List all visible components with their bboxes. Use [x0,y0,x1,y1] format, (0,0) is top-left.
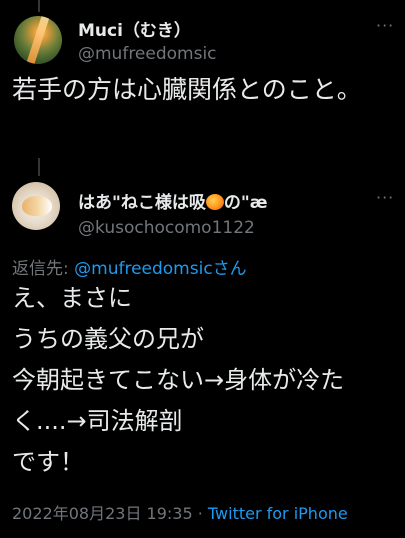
timestamp[interactable]: 2022年08月23日 19:35 [12,504,193,523]
orange-cat-emoji-icon [205,194,224,210]
reply-suffix: さん [212,259,247,279]
reply-label: 返信先: [12,259,75,279]
handle[interactable]: @kusochocomo1122 [78,218,255,238]
avatar[interactable] [12,182,60,230]
tweet-text: え、まさに うちの義父の兄が 今朝起きてこない→身体が冷たく....→司法解剖 … [12,284,345,476]
separator: · [192,504,208,523]
avatar[interactable] [14,16,62,64]
display-name-text: はあ"ねこ様は吸 [78,193,206,213]
reply-handle-link[interactable]: @mufreedomsic [74,259,213,279]
display-name-suffix: の"æ [223,193,268,213]
client-link[interactable]: Twitter for iPhone [208,504,348,523]
replying-to: 返信先: @mufreedomsicさん [12,254,247,279]
display-name[interactable]: はあ"ねこ様は吸 の"æ [78,188,268,213]
handle[interactable]: @mufreedomsic [78,44,217,64]
tweet-metadata: 2022年08月23日 19:35 · Twitter for iPhone [12,500,348,524]
tweet-text: 若手の方は心臓関係とのこと。 [12,75,362,104]
more-options-icon[interactable]: ··· [376,188,394,207]
more-options-icon[interactable]: ··· [376,16,394,35]
display-name[interactable]: Muci（むき） [78,16,191,41]
parent-tweet[interactable]: Muci（むき） @mufreedomsic ··· 若手の方は心臓関係とのこと… [0,0,405,160]
